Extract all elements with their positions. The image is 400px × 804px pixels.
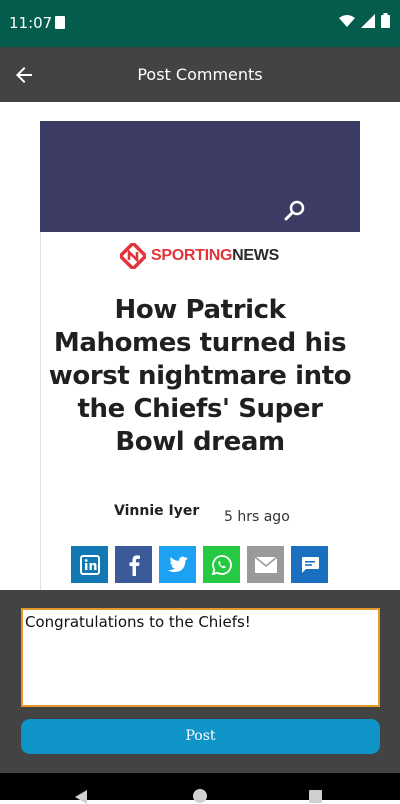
nav-recents-icon[interactable] bbox=[309, 790, 322, 803]
author-name: Vinnie Iyer bbox=[114, 503, 200, 519]
search-icon[interactable] bbox=[284, 199, 306, 221]
email-share-button[interactable] bbox=[247, 546, 284, 583]
nav-home-icon[interactable] bbox=[193, 789, 207, 803]
app-bar: Post Comments bbox=[0, 47, 400, 102]
logo-text-news: NEWS bbox=[232, 247, 279, 264]
whatsapp-icon bbox=[211, 554, 232, 575]
sd-card-icon bbox=[55, 16, 65, 29]
twitter-share-button[interactable] bbox=[159, 546, 196, 583]
article-headline[interactable]: How Patrick Mahomes turned his worst nig… bbox=[45, 294, 355, 459]
page-title: Post Comments bbox=[137, 65, 263, 84]
whatsapp-share-button[interactable] bbox=[203, 546, 240, 583]
comment-icon bbox=[301, 556, 319, 573]
linkedin-share-button[interactable] bbox=[71, 546, 108, 583]
share-buttons bbox=[71, 546, 328, 583]
status-bar: 11:07 bbox=[0, 0, 400, 47]
email-icon bbox=[254, 556, 277, 573]
linkedin-icon bbox=[79, 554, 100, 575]
article-hero-image bbox=[40, 121, 360, 232]
twitter-icon bbox=[167, 556, 188, 572]
nav-back-icon[interactable] bbox=[75, 790, 87, 804]
comment-input[interactable]: Congratulations to the Chiefs! bbox=[21, 608, 380, 707]
wifi-icon bbox=[339, 14, 355, 27]
facebook-icon bbox=[129, 554, 140, 576]
sporting-news-logo-icon bbox=[120, 243, 146, 269]
post-button[interactable]: Post bbox=[21, 719, 380, 754]
logo-text-sporting: SPORTING bbox=[151, 247, 233, 264]
logo-text: SPORTINGNEWS bbox=[151, 247, 279, 265]
comment-share-button[interactable] bbox=[291, 546, 328, 583]
facebook-share-button[interactable] bbox=[115, 546, 152, 583]
status-time: 11:07 bbox=[9, 14, 53, 32]
left-gutter bbox=[0, 102, 38, 350]
signal-icon bbox=[361, 13, 375, 28]
published-time: 5 hrs ago bbox=[224, 509, 290, 525]
sporting-news-logo: SPORTINGNEWS bbox=[120, 242, 285, 270]
battery-icon bbox=[381, 13, 390, 28]
